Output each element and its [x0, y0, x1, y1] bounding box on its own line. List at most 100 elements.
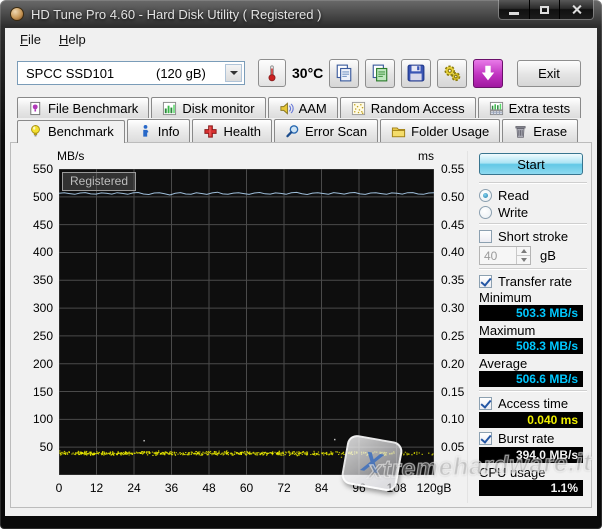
copy-image-icon: [371, 64, 389, 82]
close-button[interactable]: [559, 0, 593, 19]
y-axis-tick: 0.30: [441, 301, 465, 316]
short-stroke-label: Short stroke: [498, 228, 569, 244]
drive-select[interactable]: SPCC SSD101 (120 gB): [17, 61, 245, 85]
transfer-rate-option[interactable]: Transfer rate: [479, 273, 589, 289]
app-icon: [10, 7, 24, 21]
burst-rate-value: 394.0 MB/s: [479, 447, 583, 463]
tab-benchmark[interactable]: Benchmark: [17, 120, 125, 143]
burst-rate-label: Burst rate: [498, 430, 555, 446]
download-arrow-icon: [479, 64, 497, 82]
gears-icon: [443, 64, 461, 82]
tab-label: Extra tests: [508, 100, 571, 116]
right-axis-unit: ms: [418, 149, 434, 163]
trash-icon: [513, 124, 528, 139]
maximum-label: Maximum: [479, 323, 536, 338]
tab-error-scan[interactable]: Error Scan: [274, 119, 379, 142]
tab-disk-monitor[interactable]: Disk monitor: [151, 97, 266, 118]
tab-label: AAM: [298, 100, 327, 116]
tab-label: Health: [223, 123, 262, 139]
random-access-icon: [351, 101, 366, 116]
capacity-unit: gB: [540, 248, 556, 263]
drive-size: (120 gB): [156, 66, 206, 81]
client-area: File Help SPCC SSD101 (120 gB) 30°C Exit …: [5, 28, 597, 516]
access-time-value: 0.040 ms: [479, 412, 583, 428]
short-stroke-option[interactable]: Short stroke: [479, 228, 589, 244]
temperature-button[interactable]: [258, 59, 286, 87]
tab-label: Error Scan: [305, 123, 368, 139]
toolbar-buttons: [329, 58, 503, 88]
y-axis-tick: 0.15: [441, 384, 465, 399]
y-axis-tick: 200: [32, 356, 53, 371]
benchmark-chart: [59, 169, 434, 475]
options-button[interactable]: [437, 58, 467, 88]
average-value: 506.6 MB/s: [479, 371, 583, 387]
write-radio[interactable]: [479, 205, 492, 219]
tab-health[interactable]: Health: [192, 119, 273, 142]
write-option[interactable]: Write: [479, 204, 589, 220]
update-button[interactable]: [473, 58, 503, 88]
minimum-value: 503.3 MB/s: [479, 305, 583, 321]
tab-random-access[interactable]: Random Access: [339, 97, 476, 118]
magnifier-icon: [285, 124, 300, 139]
window-title: HD Tune Pro 4.60 - Hard Disk Utility ( R…: [31, 6, 322, 22]
lightbulb-icon: [28, 124, 43, 139]
y-axis-tick: 0.35: [441, 273, 465, 288]
extra-tests-icon: [489, 101, 504, 116]
tab-erase[interactable]: Erase: [502, 119, 579, 142]
burst-rate-checkbox[interactable]: [479, 431, 492, 445]
separator: [479, 223, 587, 225]
app-window: HD Tune Pro 4.60 - Hard Disk Utility ( R…: [0, 0, 602, 529]
folder-icon: [391, 124, 406, 139]
exit-button[interactable]: Exit: [517, 59, 581, 87]
tab-folder-usage[interactable]: Folder Usage: [380, 119, 501, 142]
save-icon: [407, 64, 425, 82]
save-button[interactable]: [401, 58, 431, 88]
side-controls: Start Read Write Short stroke 40 gB Tran…: [467, 151, 589, 503]
spinner-down-button[interactable]: [517, 256, 530, 264]
access-time-label: Access time: [498, 395, 569, 411]
y-axis-tick: 450: [32, 217, 53, 232]
copy-image-button[interactable]: [365, 58, 395, 88]
average-label: Average: [479, 356, 528, 371]
minimize-icon: [509, 11, 519, 15]
copy-text-button[interactable]: [329, 58, 359, 88]
titlebar: HD Tune Pro 4.60 - Hard Disk Utility ( R…: [0, 0, 602, 28]
menu-item-file[interactable]: File: [11, 30, 50, 49]
menu-item-help[interactable]: Help: [50, 30, 95, 49]
minimize-button[interactable]: [499, 0, 529, 19]
capacity-row: 40 gB: [479, 246, 589, 265]
tab-extra-tests[interactable]: Extra tests: [477, 97, 582, 118]
read-option[interactable]: Read: [479, 187, 589, 203]
transfer-rate-label: Transfer rate: [498, 273, 572, 289]
tab-info[interactable]: Info: [126, 119, 191, 142]
cpu-usage-value: 1.1%: [479, 480, 583, 496]
chevron-down-icon[interactable]: [225, 64, 242, 82]
window-controls: [498, 0, 594, 20]
start-button[interactable]: Start: [479, 153, 583, 175]
transfer-rate-checkbox[interactable]: [479, 274, 492, 288]
capacity-spinner[interactable]: 40: [479, 246, 531, 265]
tab-label: Disk monitor: [182, 100, 255, 116]
tab-aam[interactable]: AAM: [267, 97, 338, 118]
disk-monitor-icon: [162, 101, 177, 116]
access-time-option[interactable]: Access time: [479, 395, 589, 411]
y-axis-tick: 0.40: [441, 245, 465, 260]
maximize-button[interactable]: [529, 0, 559, 19]
separator: [479, 268, 587, 270]
benchmark-panel: MB/s ms Registered Start Read Write Shor…: [10, 142, 592, 508]
tab-label: Random Access: [370, 100, 465, 116]
info-icon: [138, 124, 153, 139]
arrow-up-icon: [520, 249, 527, 253]
tab-label: Info: [157, 123, 180, 139]
read-label: Read: [498, 187, 530, 203]
tab-row-bottom: Benchmark Info Health Error Scan Folder Usag…: [5, 118, 597, 143]
short-stroke-checkbox[interactable]: [479, 229, 492, 243]
tab-file-benchmark[interactable]: File Benchmark: [17, 97, 150, 118]
access-time-checkbox[interactable]: [479, 396, 492, 410]
y-axis-tick: 0.05: [441, 440, 465, 455]
read-radio[interactable]: [479, 188, 492, 202]
burst-rate-option[interactable]: Burst rate: [479, 430, 589, 446]
spinner-up-button[interactable]: [517, 247, 530, 256]
y-axis-tick: 0.20: [441, 356, 465, 371]
page-bulb-icon: [28, 101, 43, 116]
